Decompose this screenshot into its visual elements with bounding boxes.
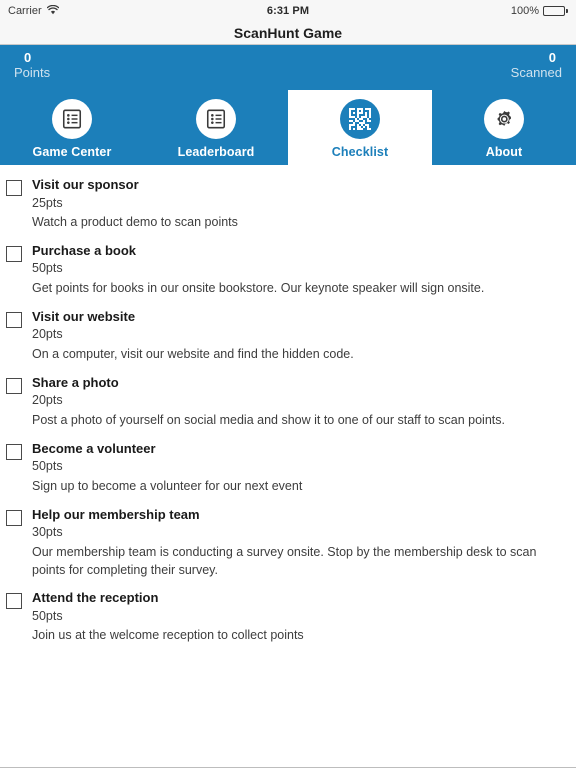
checklist-item-points: 50pts <box>32 459 63 474</box>
checklist-item-body: Visit our website 20pts On a computer, vis… <box>32 308 558 364</box>
scanned-value: 0 <box>548 50 556 65</box>
points-counter: 0 Points <box>14 50 51 81</box>
checklist-item-body: Become a volunteer 50pts Sign up to become… <box>32 440 558 496</box>
points-label: Points <box>14 64 51 80</box>
checklist-item-title: Purchase a book <box>32 242 137 258</box>
checklist-checkbox[interactable] <box>6 509 22 526</box>
tab-bar: Game Center Leaderboard Checklist About <box>0 90 576 165</box>
checklist-item[interactable]: Attend the reception 50pts Join us at the … <box>0 584 576 650</box>
checklist-item-points: 30pts <box>32 525 63 540</box>
checklist-item-body: Share a photo 20pts Post a photo of yourse… <box>32 374 558 430</box>
checklist-item-points: 50pts <box>32 261 63 276</box>
checklist-checkbox[interactable] <box>6 245 22 262</box>
list-icon <box>52 98 92 139</box>
page-title: ScanHunt Game <box>233 25 343 41</box>
checklist-item-description: Join us at the welcome reception to coll… <box>32 628 304 643</box>
status-bar-right: 100% <box>511 5 568 17</box>
checklist-item-points: 20pts <box>32 393 63 408</box>
score-summary: 0 Points 0 Scanned <box>0 45 576 90</box>
checklist-item-description: Post a photo of yourself on social media… <box>32 413 505 428</box>
checklist-item-description: Watch a product demo to scan points <box>32 215 238 230</box>
tab-leaderboard-label: Leaderboard <box>177 144 255 159</box>
tab-game-center[interactable]: Game Center <box>0 90 144 165</box>
app-screen: Carrier 6:31 PM 100% ScanHunt Game 0 Poi… <box>0 0 576 768</box>
tab-checklist[interactable]: Checklist <box>288 90 432 165</box>
checklist-item-description: Our membership team is conducting a surv… <box>32 545 537 577</box>
checklist-item[interactable]: Purchase a book 50pts Get points for books… <box>0 237 576 303</box>
checklist-item-title: Help our membership team <box>32 506 200 522</box>
checklist-item[interactable]: Share a photo 20pts Post a photo of yourse… <box>0 369 576 435</box>
checklist-item-points: 20pts <box>32 327 63 342</box>
checklist-item-body: Attend the reception 50pts Join us at the … <box>32 589 558 645</box>
battery-percent-label: 100% <box>510 5 539 17</box>
qr-code-icon <box>340 98 380 139</box>
scanned-counter: 0 Scanned <box>510 50 562 81</box>
checklist-item[interactable]: Visit our sponsor 25pts Watch a product de… <box>0 171 576 237</box>
status-bar: Carrier 6:31 PM 100% <box>0 0 576 22</box>
tab-checklist-label: Checklist <box>331 144 389 159</box>
scanned-label: Scanned <box>510 64 562 80</box>
checklist-checkbox[interactable] <box>6 593 22 610</box>
tab-leaderboard[interactable]: Leaderboard <box>144 90 288 165</box>
checklist-checkbox[interactable] <box>6 180 22 196</box>
checklist-item-title: Visit our website <box>32 308 136 324</box>
battery-icon <box>543 6 568 16</box>
checklist-checkbox[interactable] <box>6 377 22 394</box>
checklist-item-body: Purchase a book 50pts Get points for books… <box>32 242 558 298</box>
checklist-item-description: On a computer, visit our website and fin… <box>32 347 354 362</box>
checklist-item-body: Help our membership team 30pts Our members… <box>32 506 558 579</box>
checklist-item-title: Visit our sponsor <box>32 177 139 192</box>
list-icon <box>196 98 236 139</box>
points-value: 0 <box>24 50 32 65</box>
checklist-item[interactable]: Become a volunteer 50pts Sign up to become… <box>0 435 576 501</box>
checklist-checkbox[interactable] <box>6 311 22 328</box>
navigation-bar: ScanHunt Game <box>0 22 576 45</box>
tab-about[interactable]: About <box>432 90 576 165</box>
status-bar-clock: 6:31 PM <box>266 5 310 17</box>
checklist-list: Visit our sponsor 25pts Watch a product de… <box>0 165 576 768</box>
app-header: 0 Points 0 Scanned Game Center Leaderboa… <box>0 45 576 165</box>
checklist-item-title: Become a volunteer <box>32 440 156 456</box>
tab-about-label: About <box>485 144 523 159</box>
checklist-item-points: 50pts <box>32 608 63 623</box>
checklist-item-body: Visit our sponsor 25pts Watch a product de… <box>32 176 558 232</box>
checklist-item-points: 25pts <box>32 195 63 210</box>
checklist-checkbox[interactable] <box>6 443 22 460</box>
checklist-item-description: Get points for books in our onsite books… <box>32 281 485 296</box>
checklist-item[interactable]: Visit our website 20pts On a computer, vis… <box>0 303 576 369</box>
gear-icon <box>484 98 524 139</box>
checklist-item-title: Attend the reception <box>32 590 159 606</box>
checklist-item-description: Sign up to become a volunteer for our ne… <box>32 479 303 494</box>
tab-game-center-label: Game Center <box>32 144 112 159</box>
checklist-item-title: Share a photo <box>32 374 119 390</box>
checklist-item[interactable]: Help our membership team 30pts Our members… <box>0 501 576 584</box>
